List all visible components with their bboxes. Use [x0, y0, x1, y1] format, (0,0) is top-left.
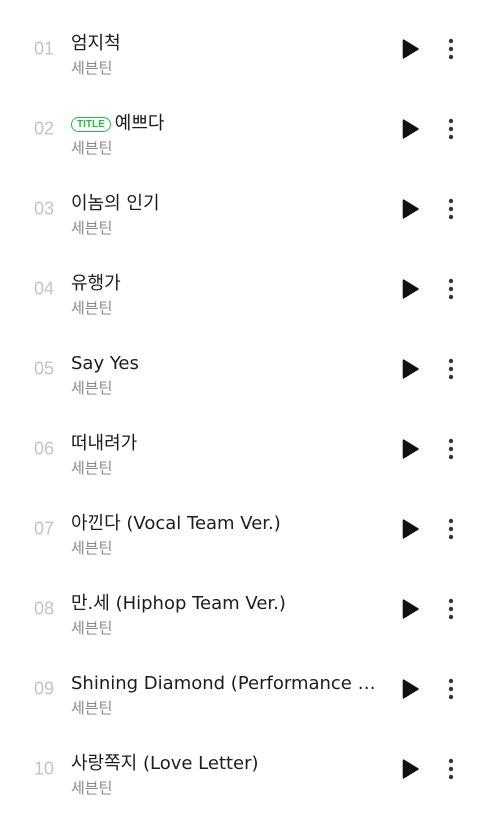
- more-vertical-icon: [448, 198, 454, 220]
- track-title[interactable]: Say Yes: [71, 351, 383, 377]
- track-number: 07: [34, 518, 55, 539]
- play-icon: [402, 439, 419, 459]
- track-title[interactable]: Shining Diamond (Performance T...: [71, 671, 383, 697]
- track-row[interactable]: 07 아낀다 (Vocal Team Ver.) 세븐틴: [0, 489, 480, 569]
- track-number: 08: [34, 598, 55, 619]
- track-number: 06: [34, 438, 55, 459]
- more-options-button[interactable]: [440, 675, 462, 703]
- track-number: 03: [34, 198, 55, 219]
- play-icon: [402, 279, 419, 299]
- track-number: 10: [34, 758, 55, 779]
- track-title-text: 만.세 (Hiphop Team Ver.): [71, 593, 286, 614]
- track-number: 05: [34, 358, 55, 379]
- more-vertical-icon: [448, 518, 454, 540]
- track-title-text: 떠내려가: [71, 433, 138, 454]
- track-title-text: Shining Diamond (Performance T...: [71, 673, 383, 694]
- play-button[interactable]: [399, 198, 421, 220]
- track-row[interactable]: 01 엄지척세븐틴: [0, 9, 480, 89]
- track-title-text: 유행가: [71, 273, 121, 294]
- track-artist[interactable]: 세븐틴: [71, 618, 112, 638]
- track-artist[interactable]: 세븐틴: [71, 538, 112, 558]
- track-title-text: Say Yes: [71, 353, 139, 374]
- play-button[interactable]: [399, 278, 421, 300]
- track-row[interactable]: 06 떠내려가세븐틴: [0, 409, 480, 489]
- play-icon: [402, 119, 419, 139]
- track-title[interactable]: 엄지척: [71, 31, 383, 57]
- track-list: 01 엄지척 세븐틴 02 TITLE 예쁘다 세븐틴 03 이놈의 인기 세븐틴 04 유행가 세븐틴…: [0, 0, 480, 832]
- track-title[interactable]: 사랑쪽지 (Love Letter): [71, 751, 383, 777]
- track-row[interactable]: 02 TITLE 예쁘다 세븐틴: [0, 89, 480, 169]
- play-icon: [402, 679, 419, 699]
- track-title-text: 아낀다 (Vocal Team Ver.): [71, 513, 281, 534]
- track-title-text: 예쁘다: [114, 113, 165, 134]
- more-vertical-icon: [448, 438, 454, 460]
- more-options-button[interactable]: [440, 275, 462, 303]
- track-number: 01: [34, 38, 55, 59]
- track-title-text: 엄지척: [71, 33, 121, 54]
- track-row[interactable]: 05 Say Yes 세븐틴: [0, 329, 480, 409]
- more-options-button[interactable]: [440, 115, 462, 143]
- more-options-button[interactable]: [440, 435, 462, 463]
- play-icon: [402, 199, 419, 219]
- track-artist[interactable]: 세븐틴: [71, 698, 112, 718]
- track-row[interactable]: 08 만.세 (Hiphop Team Ver.) 세븐틴: [0, 569, 480, 649]
- more-vertical-icon: [448, 678, 454, 700]
- track-artist[interactable]: 세븐틴: [71, 298, 112, 318]
- play-button[interactable]: [399, 358, 421, 380]
- track-row[interactable]: 10 사랑쪽지 (Love Letter) 세븐틴: [0, 729, 480, 809]
- more-vertical-icon: [448, 278, 454, 300]
- track-title-text: 이놈의 인기: [71, 193, 160, 214]
- more-options-button[interactable]: [440, 355, 462, 383]
- play-button[interactable]: [399, 598, 421, 620]
- track-title[interactable]: TITLE 예쁘다: [71, 111, 383, 137]
- play-button[interactable]: [399, 438, 421, 460]
- more-options-button[interactable]: [440, 195, 462, 223]
- play-icon: [402, 759, 419, 779]
- play-icon: [402, 599, 419, 619]
- more-vertical-icon: [448, 358, 454, 380]
- track-title-text: 사랑쪽지 (Love Letter): [71, 753, 259, 774]
- play-button[interactable]: [399, 518, 421, 540]
- play-icon: [402, 519, 419, 539]
- track-title[interactable]: 만.세 (Hiphop Team Ver.): [71, 591, 383, 617]
- play-icon: [402, 359, 419, 379]
- track-number: 02: [34, 118, 55, 139]
- more-options-button[interactable]: [440, 755, 462, 783]
- track-artist[interactable]: 세븐틴: [71, 218, 112, 238]
- play-button[interactable]: [399, 38, 421, 60]
- track-artist[interactable]: 세븐틴: [71, 778, 112, 798]
- track-number: 09: [34, 678, 55, 699]
- track-row[interactable]: 03 이놈의 인기세븐틴: [0, 169, 480, 249]
- more-vertical-icon: [448, 758, 454, 780]
- play-button[interactable]: [399, 758, 421, 780]
- track-artist[interactable]: 세븐틴: [71, 138, 112, 158]
- track-title[interactable]: 아낀다 (Vocal Team Ver.): [71, 511, 383, 537]
- track-number: 04: [34, 278, 55, 299]
- track-row[interactable]: 04 유행가세븐틴: [0, 249, 480, 329]
- play-icon: [402, 39, 419, 59]
- more-vertical-icon: [448, 38, 454, 60]
- track-artist[interactable]: 세븐틴: [71, 458, 112, 478]
- more-options-button[interactable]: [440, 515, 462, 543]
- more-options-button[interactable]: [440, 35, 462, 63]
- track-artist[interactable]: 세븐틴: [71, 378, 112, 398]
- more-vertical-icon: [448, 598, 454, 620]
- track-title[interactable]: 떠내려가: [71, 431, 383, 457]
- title-badge: TITLE: [71, 116, 111, 132]
- more-vertical-icon: [448, 118, 454, 140]
- play-button[interactable]: [399, 678, 421, 700]
- track-title[interactable]: 유행가: [71, 271, 383, 297]
- track-artist[interactable]: 세븐틴: [71, 58, 112, 78]
- track-title[interactable]: 이놈의 인기: [71, 191, 383, 217]
- more-options-button[interactable]: [440, 595, 462, 623]
- play-button[interactable]: [399, 118, 421, 140]
- track-row[interactable]: 09 Shining Diamond (Performance T... 세븐틴: [0, 649, 480, 729]
